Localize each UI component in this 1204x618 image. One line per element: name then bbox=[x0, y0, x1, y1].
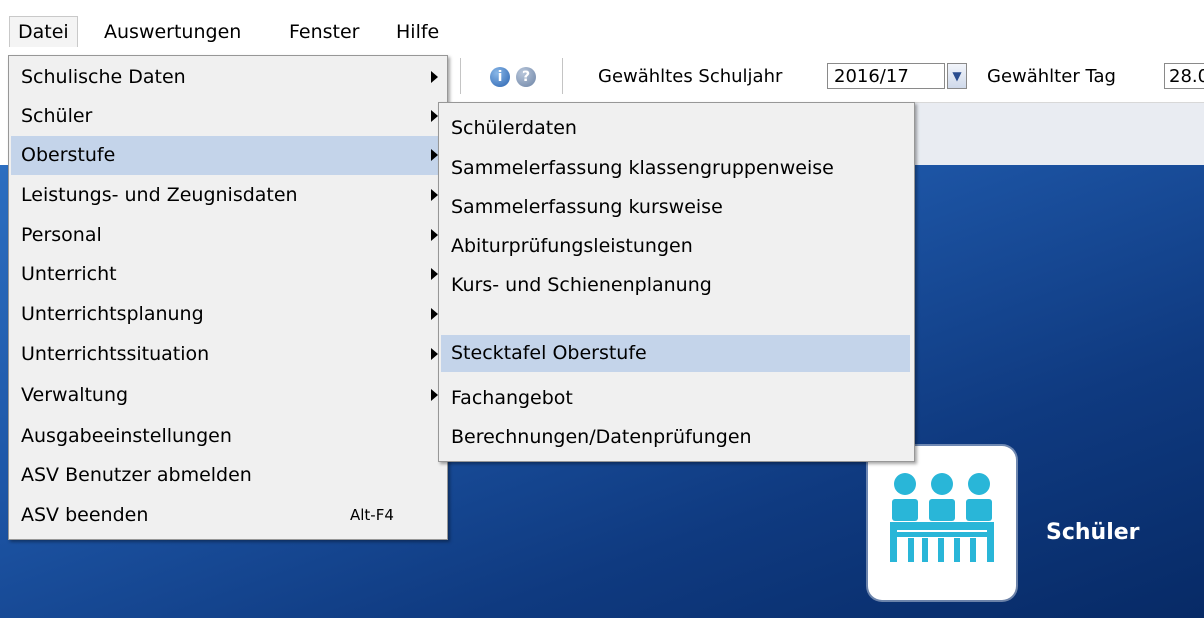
menu-hilfe[interactable]: Hilfe bbox=[388, 17, 447, 47]
submenu-item-label: Sammelerfassung kursweise bbox=[451, 196, 723, 218]
submenu-item-label: Berechnungen/Datenprüfungen bbox=[451, 426, 752, 448]
submenu-arrow-icon bbox=[431, 348, 438, 360]
submenu-arrow-icon bbox=[431, 308, 438, 320]
menu-item-schulische-daten[interactable]: Schulische Daten bbox=[11, 58, 443, 97]
submenu-arrow-icon bbox=[431, 71, 438, 83]
menu-auswertungen-label: Auswertungen bbox=[104, 21, 242, 43]
tag-label: Gewählter Tag bbox=[987, 66, 1116, 87]
submenu-arrow-icon bbox=[431, 229, 438, 241]
submenu-item-stecktafel-oberstufe[interactable]: Stecktafel Oberstufe bbox=[441, 335, 910, 372]
schueler-tile[interactable] bbox=[868, 446, 1016, 600]
submenu-item-label: Fachangebot bbox=[451, 387, 573, 409]
menu-item-leistungs-und-zeugnisdaten[interactable]: Leistungs- und Zeugnisdaten bbox=[11, 176, 443, 215]
menu-item-unterricht[interactable]: Unterricht bbox=[11, 255, 443, 294]
menu-item-label: Verwaltung bbox=[21, 384, 129, 406]
chevron-down-icon[interactable]: ▼ bbox=[947, 63, 967, 89]
menu-item-label: Schulische Daten bbox=[21, 66, 186, 88]
submenu-item-schuelerdaten[interactable]: Schülerdaten bbox=[441, 110, 910, 147]
menu-fenster[interactable]: Fenster bbox=[281, 17, 367, 47]
menu-item-label: ASV beenden bbox=[21, 504, 149, 526]
students-icon bbox=[890, 473, 994, 562]
menu-item-label: Ausgabeeinstellungen bbox=[21, 425, 232, 447]
menu-item-asv-benutzer-abmelden[interactable]: ASV Benutzer abmelden bbox=[11, 456, 443, 495]
menu-auswertungen[interactable]: Auswertungen bbox=[96, 17, 249, 47]
schueler-tile-label[interactable]: Schüler bbox=[1046, 520, 1140, 545]
help-icon[interactable]: ? bbox=[516, 67, 536, 87]
submenu-item-abiturpruefungsleistungen[interactable]: Abiturprüfungsleistungen bbox=[441, 228, 910, 265]
submenu-item-berechnungen-datenpruefungen[interactable]: Berechnungen/Datenprüfungen bbox=[441, 419, 910, 456]
menu-item-schueler[interactable]: Schüler bbox=[11, 97, 443, 136]
menu-item-label: Leistungs- und Zeugnisdaten bbox=[21, 184, 298, 206]
schuljahr-label: Gewähltes Schuljahr bbox=[598, 66, 783, 87]
menu-item-label: Unterricht bbox=[21, 263, 117, 285]
menu-item-label: Oberstufe bbox=[21, 144, 116, 166]
submenu-item-sammelerfassung-kursweise[interactable]: Sammelerfassung kursweise bbox=[441, 189, 910, 226]
menu-item-shortcut: Alt-F4 bbox=[350, 506, 394, 524]
menu-item-unterrichtssituation[interactable]: Unterrichtssituation bbox=[11, 335, 443, 374]
submenu-arrow-icon bbox=[431, 189, 438, 201]
submenu-item-label: Abiturprüfungsleistungen bbox=[451, 235, 693, 257]
menu-item-oberstufe[interactable]: Oberstufe bbox=[11, 136, 443, 175]
submenu-item-sammelerfassung-klassengruppenweise[interactable]: Sammelerfassung klassengruppenweise bbox=[441, 150, 910, 187]
toolbar: i ? Gewähltes Schuljahr 2016/17 ▼ Gewähl… bbox=[440, 48, 1204, 103]
submenu-item-label: Schülerdaten bbox=[451, 117, 577, 139]
menu-item-label: Personal bbox=[21, 224, 102, 246]
menu-item-label: Unterrichtsplanung bbox=[21, 303, 204, 325]
menu-bar: Datei Auswertungen Fenster Hilfe bbox=[0, 0, 1204, 48]
menu-fenster-label: Fenster bbox=[289, 21, 360, 43]
menu-item-ausgabeeinstellungen[interactable]: Ausgabeeinstellungen bbox=[11, 417, 443, 456]
submenu-arrow-icon bbox=[431, 110, 438, 122]
menu-item-personal[interactable]: Personal bbox=[11, 216, 443, 255]
submenu-item-label: Sammelerfassung klassengruppenweise bbox=[451, 157, 834, 179]
datei-dropdown-menu: Schulische Daten Schüler Oberstufe Leist… bbox=[8, 55, 448, 540]
menu-item-unterrichtsplanung[interactable]: Unterrichtsplanung bbox=[11, 295, 443, 334]
menu-datei[interactable]: Datei bbox=[9, 16, 78, 47]
oberstufe-submenu: Schülerdaten Sammelerfassung klassengrup… bbox=[438, 102, 915, 462]
submenu-item-label: Kurs- und Schienenplanung bbox=[451, 274, 712, 296]
menu-datei-label: Datei bbox=[18, 21, 69, 43]
toolbar-separator bbox=[562, 58, 563, 94]
schuljahr-select[interactable]: 2016/17 bbox=[827, 63, 945, 89]
submenu-arrow-icon bbox=[431, 268, 438, 280]
info-icon[interactable]: i bbox=[490, 67, 510, 87]
toolbar-separator bbox=[460, 58, 461, 94]
menu-item-label: Unterrichtssituation bbox=[21, 343, 210, 365]
submenu-item-fachangebot[interactable]: Fachangebot bbox=[441, 380, 910, 417]
menu-item-label: ASV Benutzer abmelden bbox=[21, 464, 252, 486]
menu-item-verwaltung[interactable]: Verwaltung bbox=[11, 376, 443, 415]
menu-hilfe-label: Hilfe bbox=[396, 21, 440, 43]
menu-item-asv-beenden[interactable]: ASV beenden Alt-F4 bbox=[11, 496, 443, 535]
submenu-arrow-icon bbox=[431, 149, 438, 161]
submenu-item-kurs-und-schienenplanung[interactable]: Kurs- und Schienenplanung bbox=[441, 267, 910, 304]
submenu-arrow-icon bbox=[431, 389, 438, 401]
submenu-item-label: Stecktafel Oberstufe bbox=[451, 342, 647, 364]
menu-item-label: Schüler bbox=[21, 105, 93, 127]
tag-input[interactable]: 28.06 bbox=[1164, 63, 1204, 89]
